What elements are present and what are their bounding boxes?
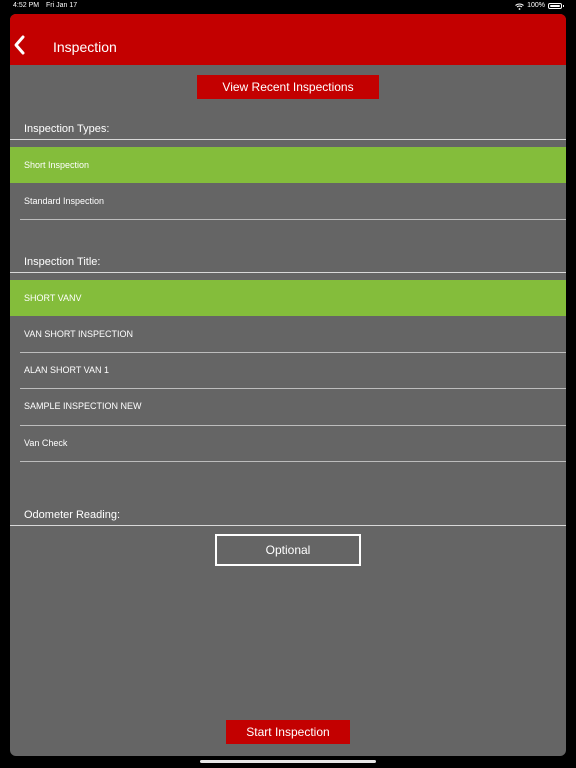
view-recent-inspections-button[interactable]: View Recent Inspections — [197, 75, 379, 99]
inspection-title-item[interactable]: ALAN SHORT VAN 1 — [10, 352, 566, 388]
inspection-types-label: Inspection Types: — [24, 123, 110, 135]
battery-icon — [548, 3, 564, 9]
inspection-title-item[interactable]: SAMPLE INSPECTION NEW — [10, 388, 566, 424]
inspection-type-standard[interactable]: Standard Inspection — [10, 183, 566, 219]
status-bar: 4:52 PM Fri Jan 17 100% — [0, 0, 576, 12]
divider — [10, 525, 566, 526]
inspection-title-item[interactable]: SHORT VANV — [10, 280, 566, 316]
inspection-title-item[interactable]: Van Check — [10, 425, 566, 461]
divider — [20, 219, 566, 220]
odometer-reading-label: Odometer Reading: — [24, 509, 120, 521]
divider — [20, 461, 566, 462]
odometer-placeholder: Optional — [265, 543, 311, 557]
inspection-type-short[interactable]: Short Inspection — [10, 147, 566, 183]
wifi-icon — [515, 3, 524, 10]
page-title: Inspection — [53, 39, 117, 55]
list-item-label: Short Inspection — [24, 160, 90, 170]
status-date: Fri Jan 17 — [46, 2, 78, 9]
nav-header: Inspection — [10, 14, 566, 65]
status-indicators: 100% — [515, 0, 564, 12]
list-item-label: Standard Inspection — [24, 196, 105, 206]
chevron-left-icon[interactable] — [12, 34, 28, 56]
inspection-screen: Inspection View Recent Inspections Inspe… — [10, 14, 566, 756]
list-item-label: VAN SHORT INSPECTION — [24, 329, 134, 339]
divider — [10, 272, 566, 273]
divider — [10, 139, 566, 140]
list-item-label: SAMPLE INSPECTION NEW — [24, 401, 142, 411]
inspection-title-label: Inspection Title: — [24, 256, 101, 268]
list-item-label: SHORT VANV — [24, 293, 82, 303]
home-indicator[interactable] — [200, 760, 376, 763]
status-time: 4:52 PM — [13, 2, 40, 9]
list-item-label: ALAN SHORT VAN 1 — [24, 365, 110, 375]
odometer-input[interactable]: Optional — [215, 534, 361, 566]
start-inspection-button[interactable]: Start Inspection — [226, 720, 350, 744]
battery-percent: 100% — [527, 2, 545, 9]
inspection-title-item[interactable]: VAN SHORT INSPECTION — [10, 316, 566, 352]
list-item-label: Van Check — [24, 438, 68, 448]
